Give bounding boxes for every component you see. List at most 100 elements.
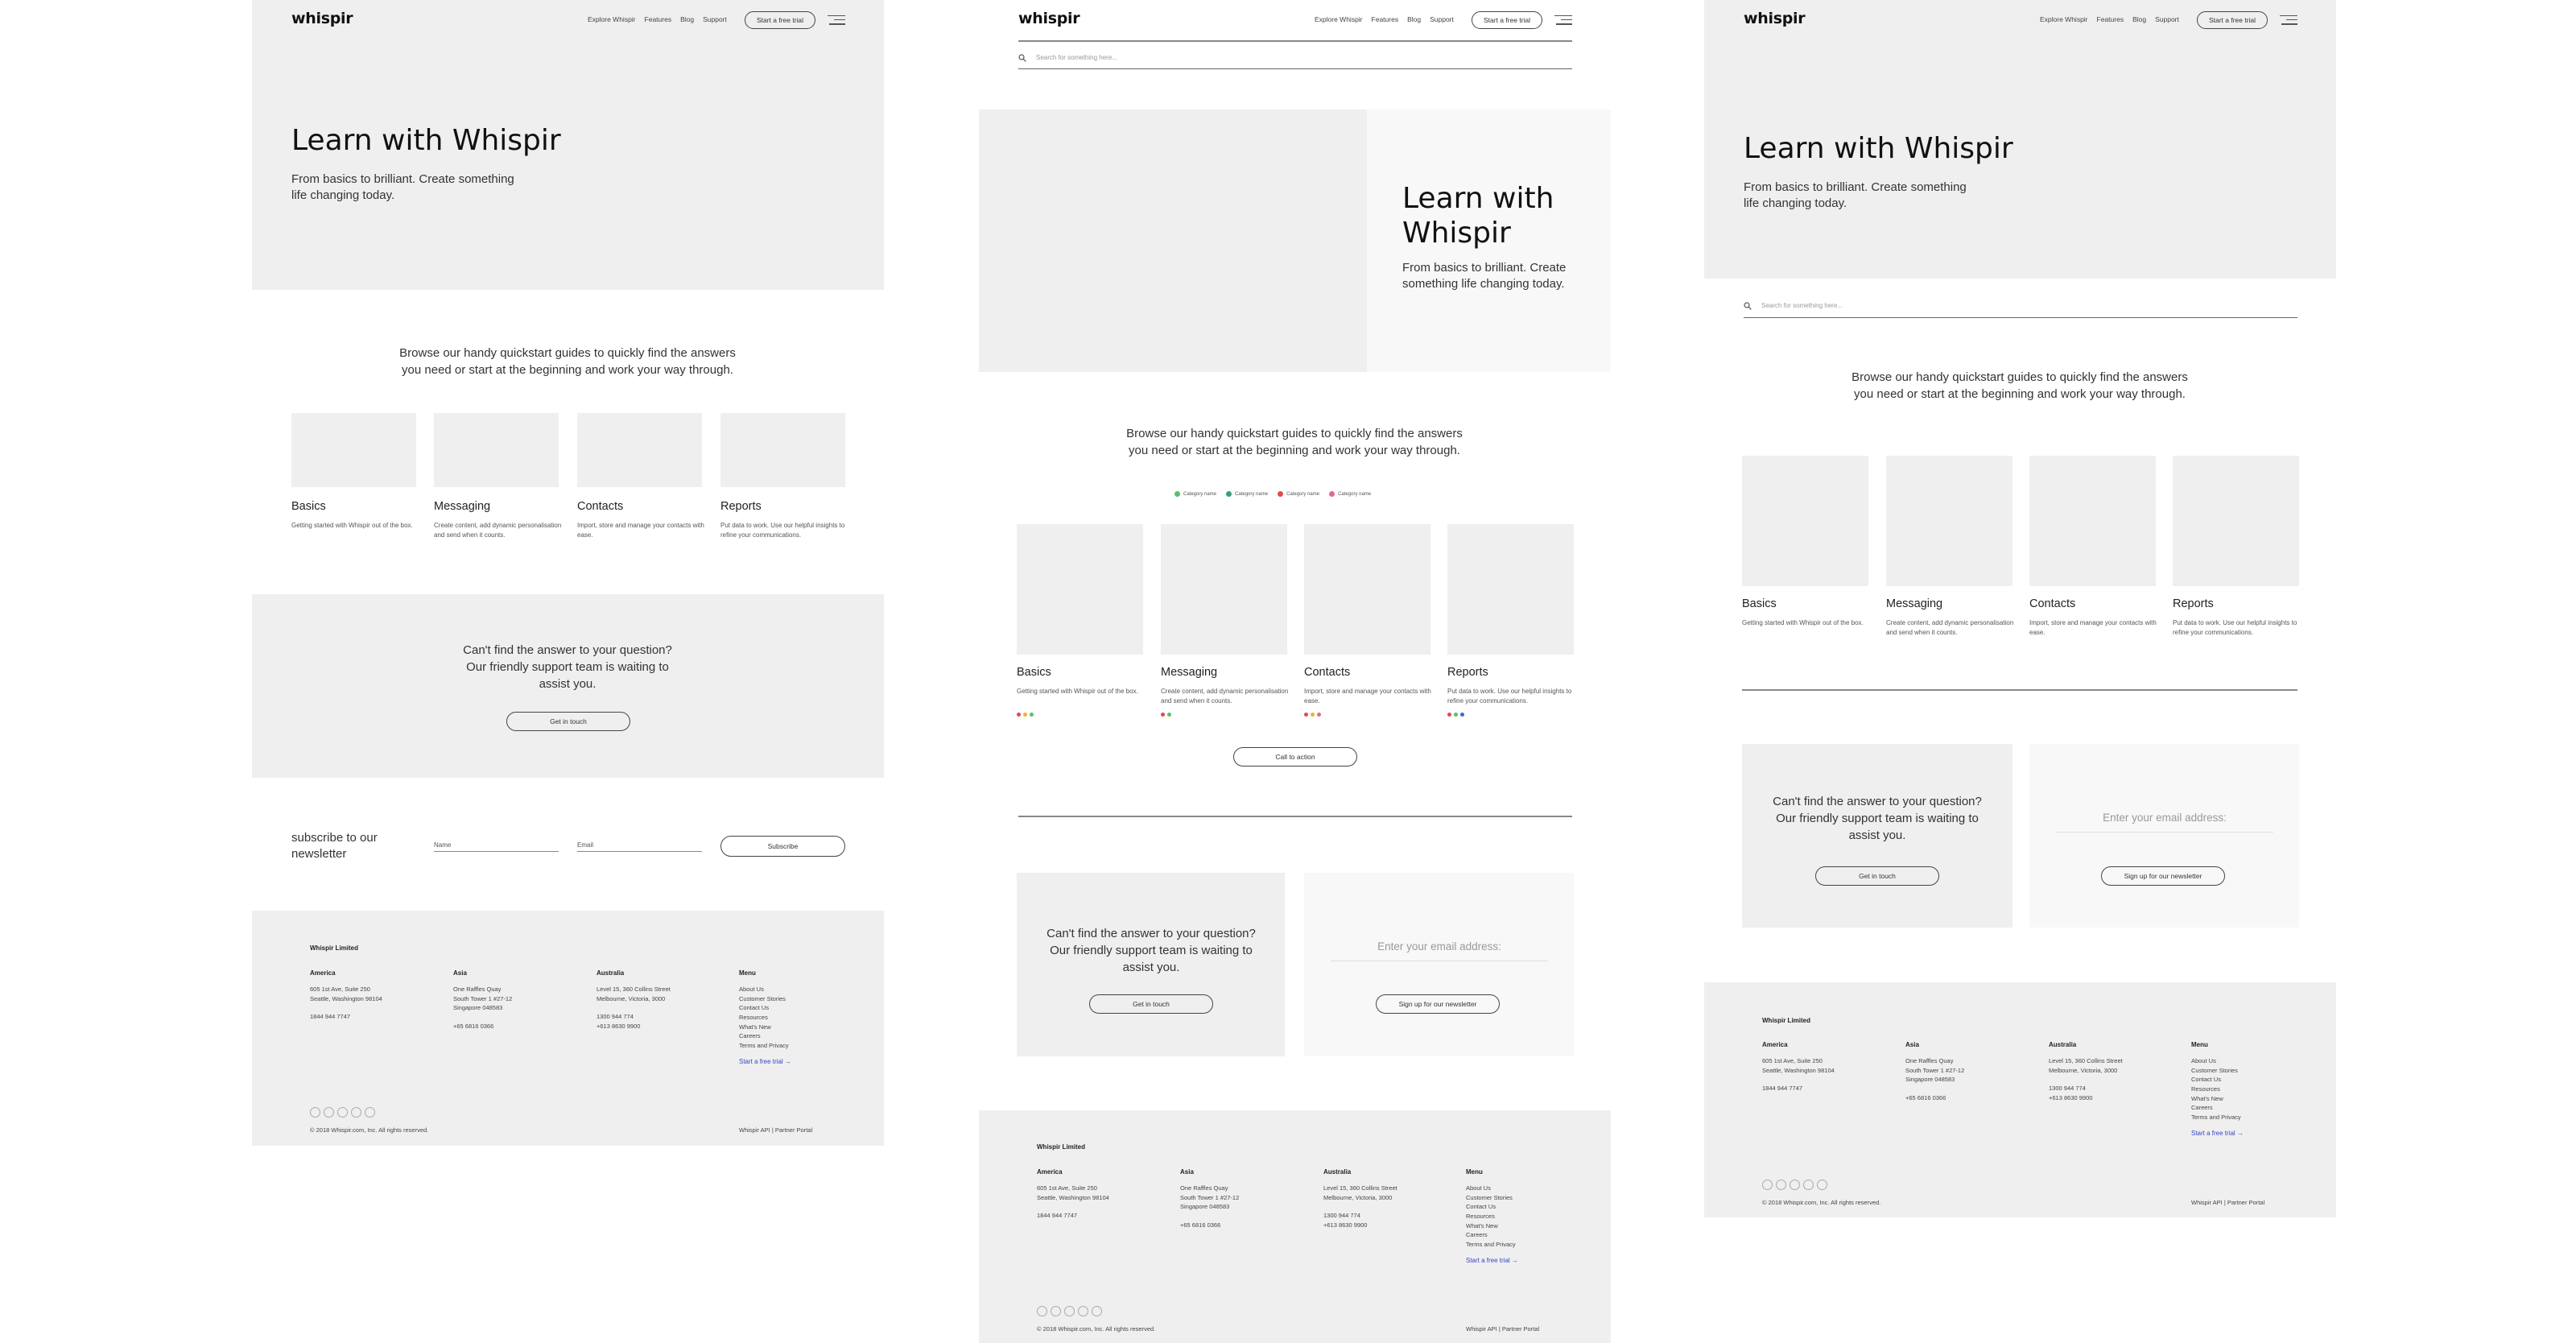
get-in-touch-button[interactable]: Get in touch (1815, 866, 1939, 886)
nav-explore[interactable]: Explore Whispir (1315, 15, 1363, 23)
nav-support[interactable]: Support (1430, 15, 1454, 23)
category-title[interactable]: Reports (2173, 597, 2214, 610)
category-thumb-contacts[interactable] (2029, 456, 2156, 586)
footer-menu-link[interactable]: About Us (739, 985, 860, 994)
search-bar[interactable]: Search for something here... (1744, 294, 2297, 318)
footer-menu-link[interactable]: Contact Us (1466, 1202, 1587, 1212)
category-title[interactable]: Contacts (577, 500, 623, 513)
footer-menu-link[interactable]: What's New (739, 1023, 860, 1032)
category-thumb-basics[interactable] (1017, 524, 1143, 655)
footer-menu-link[interactable]: Resources (2191, 1085, 2312, 1094)
call-to-action-button[interactable]: Call to action (1233, 747, 1357, 767)
category-thumb-messaging[interactable] (1161, 524, 1287, 655)
footer-menu-link[interactable]: Resources (1466, 1212, 1587, 1221)
footer-bottom-links[interactable]: Whispir API | Partner Portal (739, 1126, 812, 1135)
footer-menu-link[interactable]: About Us (2191, 1056, 2312, 1066)
youtube-icon[interactable] (351, 1107, 361, 1118)
get-in-touch-button[interactable]: Get in touch (506, 712, 630, 731)
logo[interactable]: whispir (1744, 10, 1806, 27)
category-thumb-messaging[interactable] (1886, 456, 2013, 586)
newsletter-email-input[interactable]: Enter your email address: (2056, 812, 2273, 833)
free-trial-button[interactable]: Start a free trial (2197, 11, 2268, 29)
newsletter-signup-button[interactable]: Sign up for our newsletter (1376, 994, 1500, 1014)
email-field[interactable]: Email (577, 841, 702, 852)
nav-blog[interactable]: Blog (680, 15, 694, 23)
footer-menu-link[interactable]: Resources (739, 1013, 860, 1023)
search-input[interactable]: Search for something here... (1036, 54, 1117, 61)
category-thumb-contacts[interactable] (577, 413, 702, 487)
linkedin-icon[interactable] (1064, 1306, 1075, 1316)
nav-features[interactable]: Features (645, 15, 672, 23)
category-title[interactable]: Basics (291, 500, 326, 513)
footer-menu-link[interactable]: Careers (1466, 1230, 1587, 1240)
instagram-icon[interactable] (1092, 1306, 1102, 1316)
footer-bottom-links[interactable]: Whispir API | Partner Portal (1466, 1324, 1539, 1334)
category-title[interactable]: Basics (1017, 666, 1051, 679)
footer-menu-link[interactable]: Terms and Privacy (1466, 1240, 1587, 1250)
nav-explore[interactable]: Explore Whispir (588, 15, 636, 23)
linkedin-icon[interactable] (1790, 1180, 1800, 1190)
newsletter-signup-button[interactable]: Sign up for our newsletter (2101, 866, 2225, 886)
category-thumb-basics[interactable] (291, 413, 416, 487)
footer-bottom-links[interactable]: Whispir API | Partner Portal (2191, 1198, 2264, 1208)
category-title[interactable]: Messaging (1161, 666, 1217, 679)
category-thumb-basics[interactable] (1742, 456, 1868, 586)
category-chip[interactable]: Category name (1278, 491, 1319, 497)
facebook-icon[interactable] (324, 1107, 334, 1118)
footer-menu-link[interactable]: Contact Us (739, 1003, 860, 1013)
get-in-touch-button[interactable]: Get in touch (1089, 994, 1213, 1014)
nav-features[interactable]: Features (2097, 15, 2124, 23)
logo[interactable]: whispir (1018, 10, 1080, 27)
category-thumb-messaging[interactable] (434, 413, 559, 487)
twitter-icon[interactable] (310, 1107, 320, 1118)
category-title[interactable]: Reports (1447, 666, 1488, 679)
search-bar[interactable]: Search for something here... (1018, 47, 1572, 69)
hamburger-menu-icon[interactable] (828, 15, 845, 25)
name-field[interactable]: Name (434, 841, 559, 852)
category-title[interactable]: Basics (1742, 597, 1777, 610)
nav-blog[interactable]: Blog (2132, 15, 2146, 23)
footer-menu-link[interactable]: About Us (1466, 1184, 1587, 1193)
subscribe-button[interactable]: Subscribe (720, 836, 845, 857)
category-title[interactable]: Contacts (2029, 597, 2075, 610)
nav-blog[interactable]: Blog (1407, 15, 1421, 23)
hamburger-menu-icon[interactable] (2280, 15, 2297, 25)
facebook-icon[interactable] (1051, 1306, 1061, 1316)
free-trial-button[interactable]: Start a free trial (1472, 11, 1542, 29)
category-chip[interactable]: Category name (1174, 491, 1216, 497)
category-thumb-contacts[interactable] (1304, 524, 1430, 655)
footer-menu-link[interactable]: What's New (1466, 1221, 1587, 1231)
footer-menu-link[interactable]: Customer Stories (739, 994, 860, 1004)
twitter-icon[interactable] (1762, 1180, 1773, 1190)
category-chip[interactable]: Category name (1329, 491, 1371, 497)
newsletter-email-input[interactable]: Enter your email address: (1331, 940, 1548, 961)
footer-menu-link[interactable]: Terms and Privacy (739, 1041, 860, 1051)
category-title[interactable]: Messaging (434, 500, 490, 513)
twitter-icon[interactable] (1037, 1306, 1047, 1316)
instagram-icon[interactable] (365, 1107, 375, 1118)
footer-menu-link[interactable]: Terms and Privacy (2191, 1113, 2312, 1122)
nav-features[interactable]: Features (1372, 15, 1399, 23)
footer-trial-link[interactable]: Start a free trial → (2191, 1130, 2312, 1137)
category-title[interactable]: Messaging (1886, 597, 1942, 610)
footer-menu-link[interactable]: Customer Stories (2191, 1066, 2312, 1076)
category-thumb-reports[interactable] (1447, 524, 1574, 655)
footer-trial-link[interactable]: Start a free trial → (1466, 1257, 1587, 1264)
hamburger-menu-icon[interactable] (1554, 15, 1572, 25)
facebook-icon[interactable] (1776, 1180, 1786, 1190)
category-thumb-reports[interactable] (720, 413, 845, 487)
footer-menu-link[interactable]: Careers (2191, 1103, 2312, 1113)
nav-support[interactable]: Support (2155, 15, 2179, 23)
category-chip[interactable]: Category name (1226, 491, 1268, 497)
footer-trial-link[interactable]: Start a free trial → (739, 1058, 860, 1065)
footer-menu-link[interactable]: Contact Us (2191, 1075, 2312, 1085)
logo[interactable]: whispir (291, 10, 353, 27)
linkedin-icon[interactable] (337, 1107, 348, 1118)
footer-menu-link[interactable]: Customer Stories (1466, 1193, 1587, 1203)
free-trial-button[interactable]: Start a free trial (745, 11, 815, 29)
youtube-icon[interactable] (1078, 1306, 1088, 1316)
category-title[interactable]: Contacts (1304, 666, 1350, 679)
search-input[interactable]: Search for something here... (1761, 302, 1843, 309)
youtube-icon[interactable] (1803, 1180, 1814, 1190)
category-title[interactable]: Reports (720, 500, 762, 513)
